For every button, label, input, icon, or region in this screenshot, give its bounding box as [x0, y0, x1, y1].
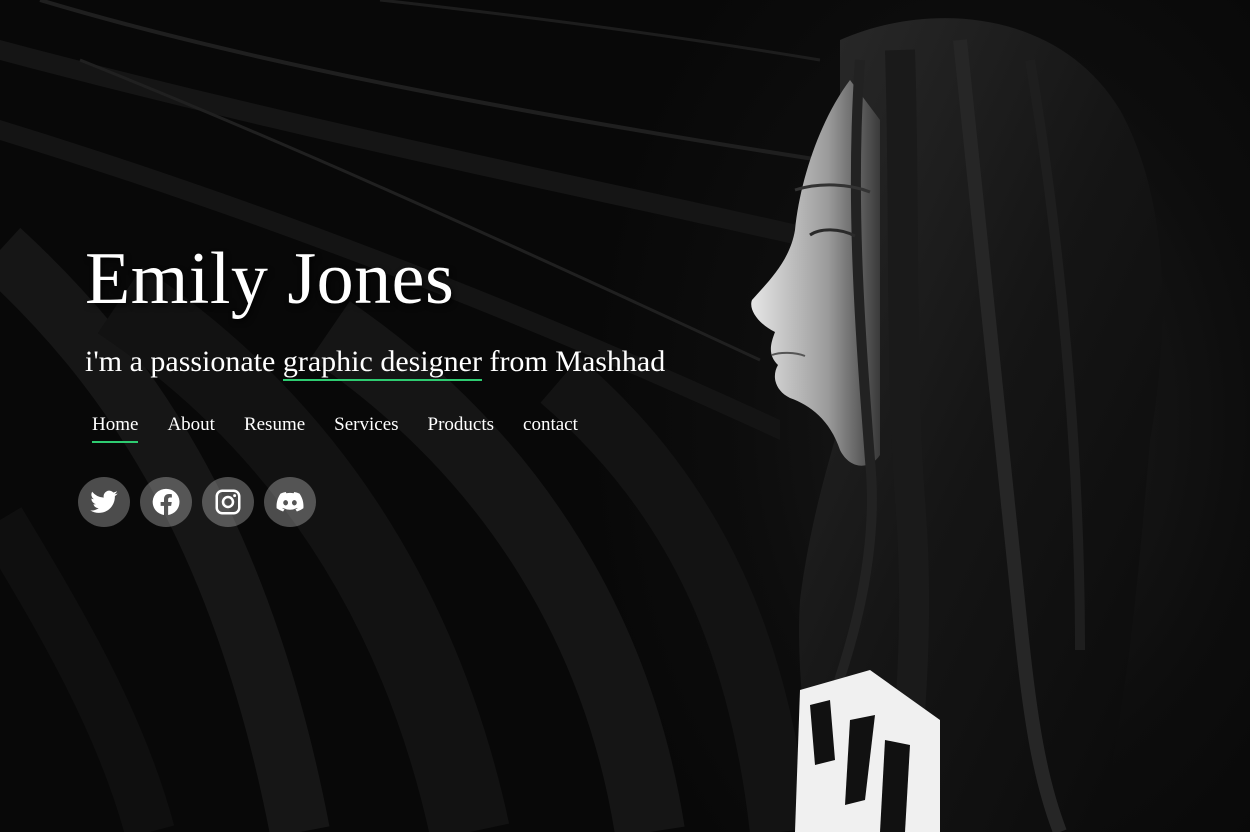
- instagram-icon: [215, 489, 241, 515]
- tagline-prefix: i'm a passionate: [85, 345, 283, 378]
- social-links: [78, 477, 785, 527]
- nav-item-products[interactable]: Products: [428, 413, 495, 443]
- instagram-button[interactable]: [202, 477, 254, 527]
- hero-section: Emily Jones i'm a passionate graphic des…: [0, 0, 1250, 832]
- discord-icon: [276, 492, 304, 512]
- nav-item-services[interactable]: Services: [334, 413, 398, 443]
- nav-item-home[interactable]: Home: [92, 413, 139, 443]
- tagline-suffix: from Mashhad: [481, 345, 666, 378]
- nav-item-about[interactable]: About: [167, 413, 215, 443]
- tagline-highlight: graphic designer: [282, 345, 482, 381]
- nav-item-contact[interactable]: contact: [523, 413, 578, 443]
- discord-button[interactable]: [264, 477, 316, 527]
- main-nav: Home About Resume Services Products cont…: [92, 413, 785, 443]
- twitter-button[interactable]: [78, 477, 130, 527]
- page-title: Emily Jones: [85, 238, 455, 320]
- intro-block: Emily Jones i'm a passionate graphic des…: [78, 236, 785, 527]
- nav-item-resume[interactable]: Resume: [244, 413, 305, 443]
- facebook-button[interactable]: [140, 477, 192, 527]
- facebook-icon: [152, 488, 180, 515]
- tagline: i'm a passionate graphic designer from M…: [85, 344, 785, 381]
- twitter-icon: [90, 490, 118, 513]
